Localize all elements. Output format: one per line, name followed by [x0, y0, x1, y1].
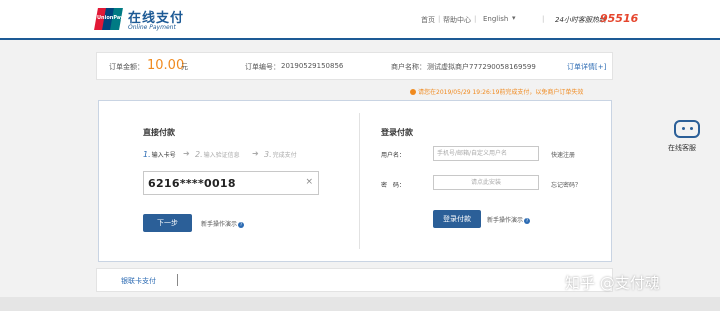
payment-deadline-notice: 请您在2019/05/29 19:26:19前完成支付，以免商户订单失效 — [410, 87, 583, 96]
order-amount-label: 订单金额： — [109, 63, 144, 71]
payment-method-bar: 银联卡支付 — [96, 268, 613, 292]
online-service-button[interactable]: 在线客服 — [668, 120, 708, 160]
nav-separator: | — [474, 15, 477, 23]
username-label: 用户名： — [381, 152, 406, 159]
arrow-right-icon: ➜ — [183, 149, 190, 158]
step-2: 2.输入验证信息 — [195, 150, 240, 159]
bank-card-pay-tab[interactable]: 银联卡支付 — [121, 276, 156, 286]
chevron-down-icon[interactable]: ▾ — [512, 14, 516, 22]
forgot-password-link[interactable]: 忘记密码？ — [551, 180, 581, 189]
brand-subtitle: Online Payment — [128, 24, 176, 31]
order-number: 20190529150856 — [281, 62, 344, 70]
nav-language-select[interactable]: English — [483, 15, 508, 23]
unionpay-logo[interactable]: UnionPay 银联 — [94, 8, 135, 30]
merchant-label: 商户名称： — [391, 63, 426, 71]
clear-icon[interactable]: × — [305, 177, 313, 187]
quick-register-link[interactable]: 快速注册 — [551, 150, 575, 159]
help-icon: ? — [524, 218, 531, 224]
deadline-text: 请您在2019/05/29 19:26:19前完成支付，以免商户订单失效 — [418, 89, 584, 96]
card-number-value: 6216****0018 — [148, 177, 236, 190]
card-number-input[interactable]: 6216****0018 × — [143, 171, 319, 195]
merchant-name: 测试虚拟商户777290058169599 — [427, 63, 536, 71]
online-service-label: 在线客服 — [668, 144, 696, 152]
order-summary-bar: 订单金额： 10.00 元 订单编号： 20190529150856 商户名称：… — [96, 52, 613, 80]
login-pay-tutorial-link[interactable]: 新手操作演示? — [487, 215, 531, 224]
password-label: 密 码： — [381, 182, 406, 189]
bottom-strip — [0, 297, 720, 311]
panel-divider — [359, 113, 360, 249]
footer-divider — [177, 274, 178, 286]
order-number-label: 订单编号： — [245, 63, 280, 71]
arrow-right-icon: ➜ — [252, 149, 259, 158]
username-field[interactable]: 手机号/邮箱/自定义用户名 — [433, 146, 539, 161]
password-field[interactable]: 请点此安装 — [433, 175, 539, 190]
hotline-label: 24小时客服热线 — [555, 16, 606, 24]
next-step-button[interactable]: 下一步 — [143, 214, 192, 232]
direct-pay-title: 直接付款 — [143, 128, 175, 137]
nav-home-link[interactable]: 首页 — [421, 15, 435, 25]
direct-pay-tutorial-link[interactable]: 新手操作演示? — [201, 219, 245, 228]
payment-panel: 直接付款 1.输入卡号 ➜ 2.输入验证信息 ➜ 3.完成支付 6216****… — [98, 100, 612, 262]
order-detail-link[interactable]: 订单详情[+] — [567, 62, 606, 72]
clock-icon — [410, 89, 416, 95]
watermark: 知乎 @支付魂 — [565, 274, 660, 292]
order-amount: 10.00 — [147, 58, 185, 73]
nav-help-link[interactable]: 帮助中心 — [443, 15, 471, 25]
currency-unit: 元 — [181, 63, 188, 71]
login-pay-button[interactable]: 登录付款 — [433, 210, 481, 228]
chat-face-icon — [674, 120, 700, 138]
step-3: 3.完成支付 — [264, 150, 297, 159]
step-1: 1.输入卡号 — [143, 150, 176, 159]
nav-separator: | — [438, 15, 441, 23]
hotline-number: 95516 — [600, 12, 639, 25]
nav-separator: | — [542, 15, 545, 23]
header-bar: UnionPay 银联 在线支付 Online Payment 首页 | 帮助中… — [0, 0, 720, 40]
login-pay-title: 登录付款 — [381, 128, 413, 137]
help-icon: ? — [238, 222, 245, 228]
